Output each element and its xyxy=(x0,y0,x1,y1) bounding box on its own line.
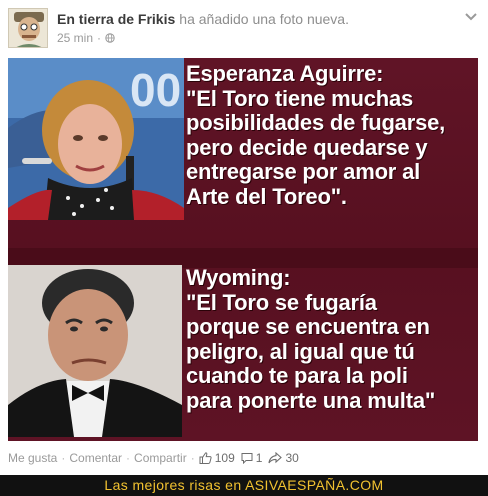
likes-count[interactable]: 109 xyxy=(199,451,235,465)
globe-icon[interactable] xyxy=(105,33,115,43)
comments-count-value: 1 xyxy=(255,451,263,465)
portrait-bottom xyxy=(8,265,182,437)
post-photo[interactable]: 00 Esperanza Aguirre: "El Toro tiene muc… xyxy=(8,58,478,441)
quote-top-speaker: Esperanza Aguirre: xyxy=(186,61,384,86)
page-avatar[interactable] xyxy=(8,8,48,48)
chevron-down-icon[interactable] xyxy=(464,12,478,22)
shares-count[interactable]: 30 xyxy=(268,451,299,465)
quote-bottom-line: "El Toro se fugaría xyxy=(186,289,377,315)
quote-bottom-line: porque se encuentra en xyxy=(186,314,430,339)
svg-text:00: 00 xyxy=(130,64,181,116)
avatar-image xyxy=(9,9,47,47)
comment-button[interactable]: Comentar xyxy=(69,451,122,465)
share-arrow-icon xyxy=(268,452,283,464)
quote-top-line: Arte del Toreo". xyxy=(186,183,347,209)
like-button[interactable]: Me gusta xyxy=(8,451,57,465)
quote-bottom-speaker: Wyoming: xyxy=(186,265,291,290)
likes-count-value: 109 xyxy=(214,451,235,465)
post-header: En tierra de Frikis ha añadido una foto n… xyxy=(0,0,488,56)
quote-bottom: Wyoming: "El Toro se fugaría porque se e… xyxy=(186,265,478,413)
portrait-top: 00 xyxy=(8,58,184,220)
post-meta: 25 min · xyxy=(57,31,115,45)
quote-top: Esperanza Aguirre: "El Toro tiene muchas… xyxy=(186,61,478,209)
quote-top-line: entregarse por amor al xyxy=(186,159,421,184)
shares-count-value: 30 xyxy=(285,451,299,465)
quote-bottom-line: cuando te para la poli xyxy=(186,363,408,388)
quote-top-line: "El Toro tiene muchas xyxy=(186,85,414,111)
post-author-line: En tierra de Frikis ha añadido una foto n… xyxy=(57,11,349,27)
action-separator: · xyxy=(190,451,195,465)
action-separator: · xyxy=(61,451,66,465)
watermark-bar: Las mejores risas en ASIVAESPAÑA.COM xyxy=(0,475,488,496)
quote-bottom-line: para ponerte una multa" xyxy=(186,387,436,413)
quote-top-line: pero decide quedarse y xyxy=(186,134,428,160)
post-actions-bar: Me gusta · Comentar · Compartir · 109 1 … xyxy=(0,448,488,468)
share-button[interactable]: Compartir xyxy=(134,451,187,465)
comments-count[interactable]: 1 xyxy=(241,451,263,465)
post-action-text: ha añadido una foto nueva. xyxy=(179,11,349,27)
post-time-link[interactable]: 25 min xyxy=(57,31,93,45)
author-name-link[interactable]: En tierra de Frikis xyxy=(57,11,175,27)
thumbs-up-icon xyxy=(199,452,212,464)
comment-icon xyxy=(241,453,253,464)
action-separator: · xyxy=(126,451,131,465)
quote-top-line: posibilidades de fugarse, xyxy=(186,110,446,135)
quote-bottom-line: peligro, al igual que tú xyxy=(186,338,415,364)
meta-separator: · xyxy=(97,31,102,45)
